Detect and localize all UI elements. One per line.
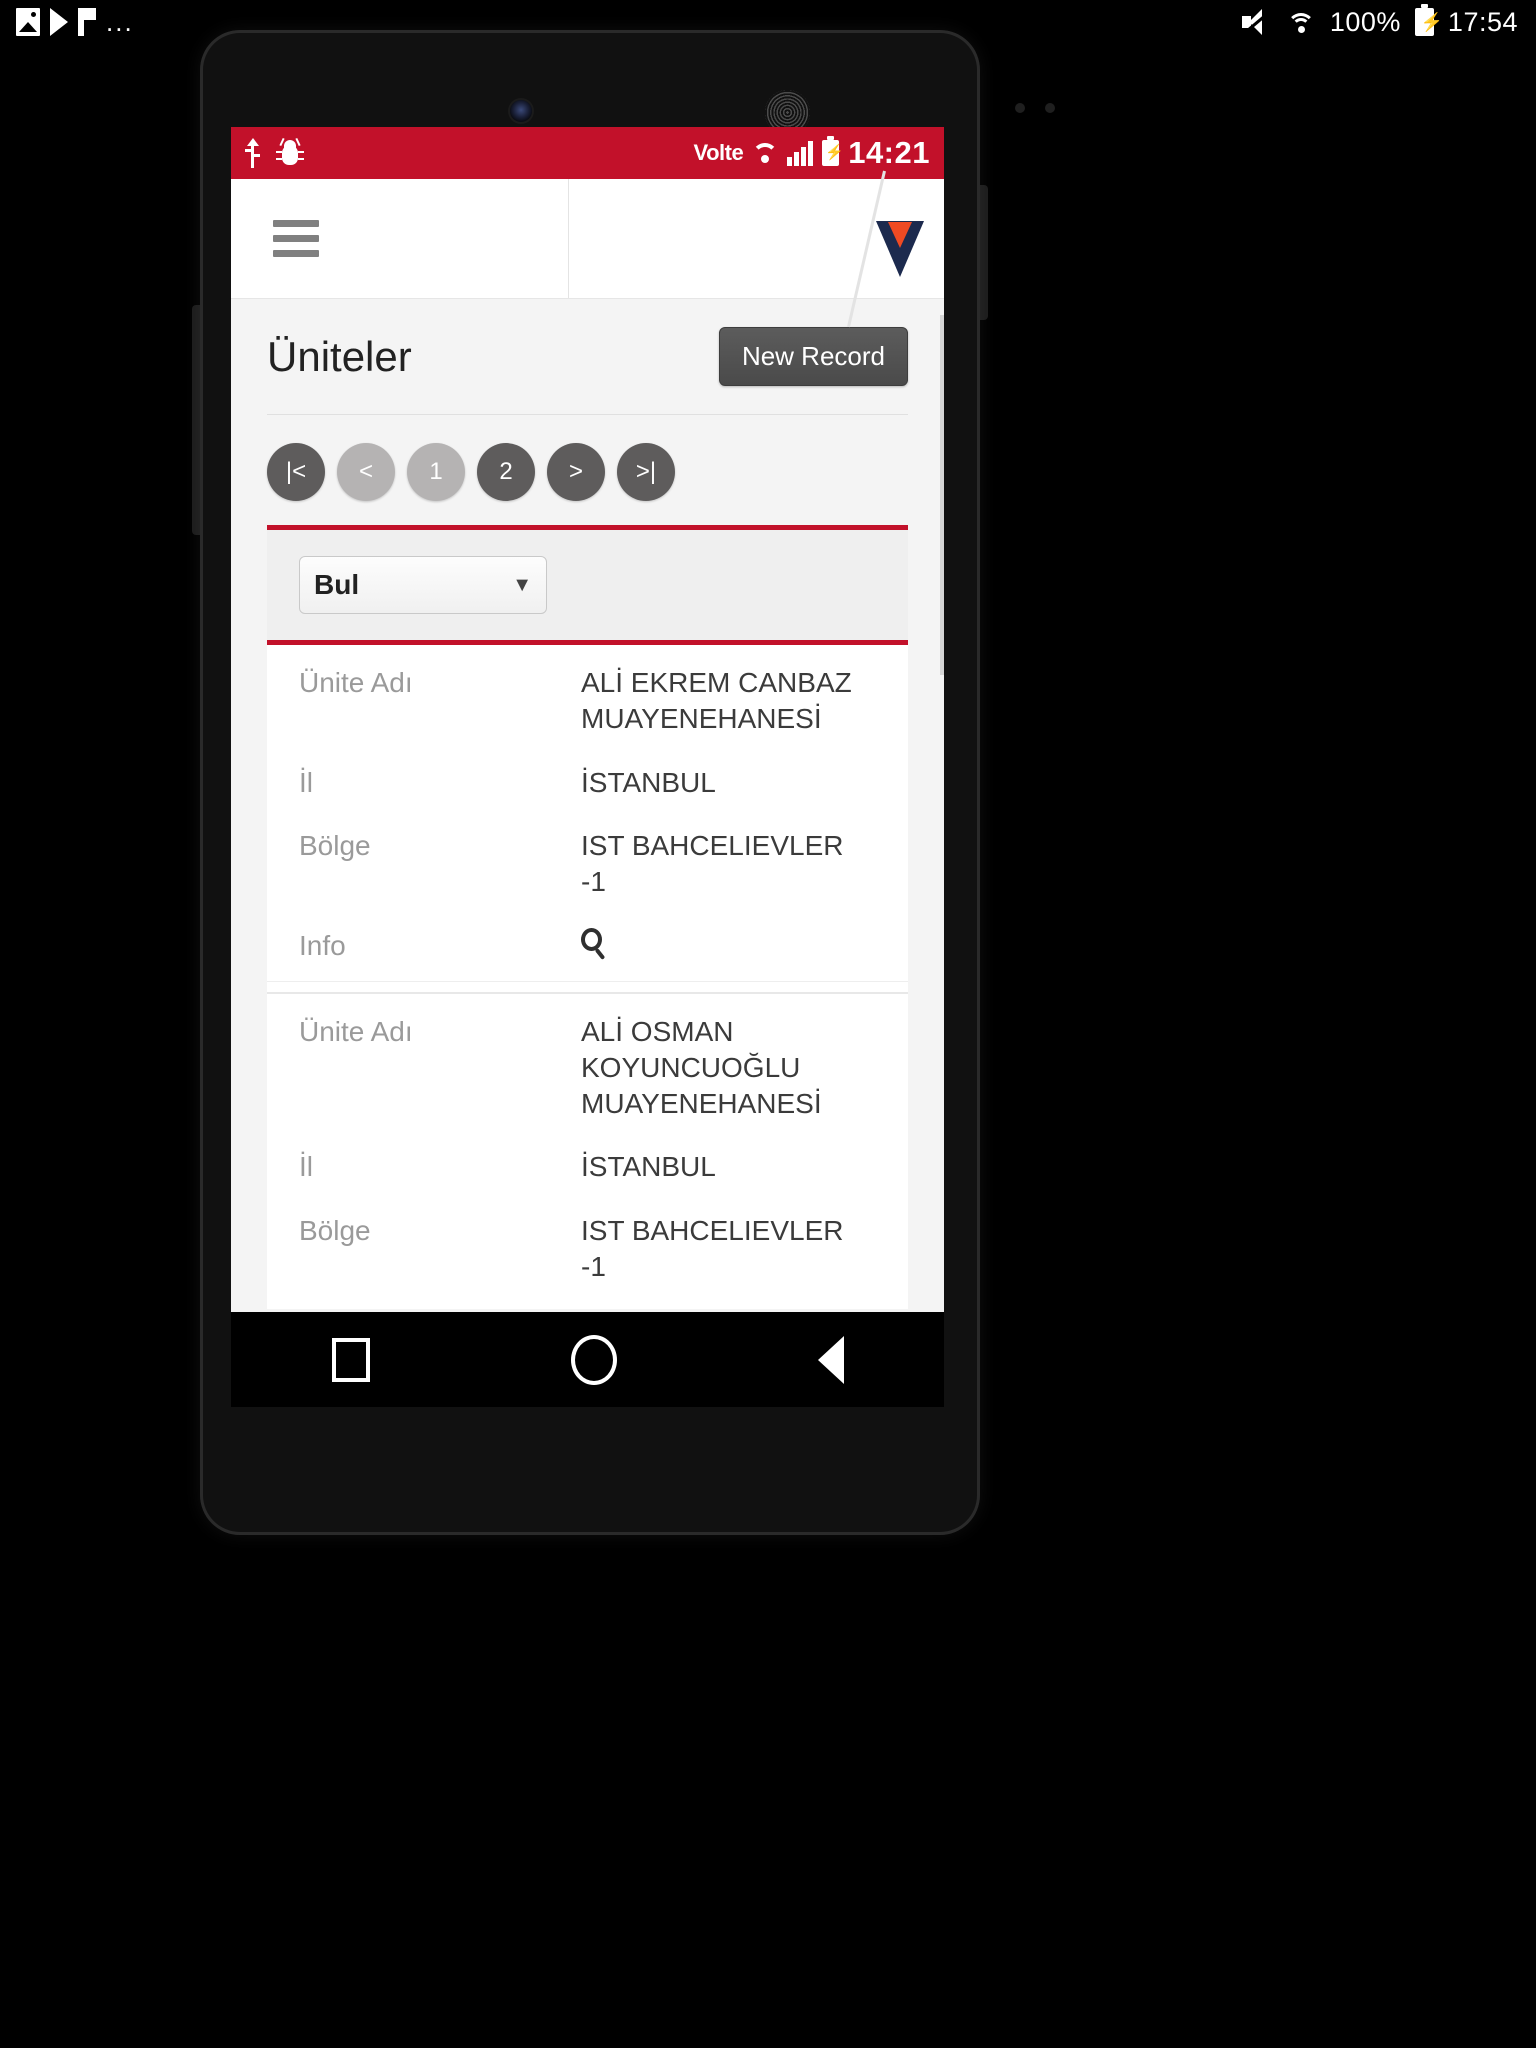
field-row: Ünite Adı ALİ OSMAN KOYUNCUOĞLU MUAYENEH… <box>267 1000 908 1135</box>
debug-bug-icon <box>276 137 304 167</box>
flag-icon <box>78 8 96 36</box>
filter-select[interactable]: Bul ▼ <box>299 556 547 614</box>
field-label: Ünite Adı <box>299 1015 413 1047</box>
front-camera <box>510 100 532 122</box>
field-row: İl İSTANBUL <box>267 751 908 815</box>
filter-bar: Bul ▼ <box>267 525 908 645</box>
usb-icon <box>245 138 260 168</box>
field-value <box>581 928 607 967</box>
field-value: İSTANBUL <box>581 1151 716 1183</box>
host-status-right: 100% ⚡ 17:54 <box>1241 4 1536 38</box>
field-row: İl İSTANBUL <box>267 1135 908 1199</box>
page-title: Üniteler <box>267 332 412 380</box>
filter-select-value: Bul <box>314 569 360 600</box>
hamburger-menu-icon[interactable] <box>273 220 319 257</box>
signal-bars-icon <box>787 140 814 166</box>
v-logo <box>876 221 924 277</box>
field-label: Ünite Adı <box>299 667 413 698</box>
page-title-row: Üniteler New Record <box>231 299 944 386</box>
photo-icon <box>16 8 40 36</box>
android-navigation-bar <box>231 1312 944 1407</box>
field-row-info: Info <box>267 914 908 982</box>
device-status-right: Volte ⚡ 14:21 <box>694 135 930 171</box>
chevron-down-icon: ▼ <box>512 573 532 596</box>
field-value: IST BAHCELIEVLER -1 <box>581 1215 844 1283</box>
field-label: Bölge <box>299 830 371 862</box>
new-record-button[interactable]: New Record <box>718 327 908 386</box>
host-status-left: ... <box>0 8 134 36</box>
overflow-dots-icon: ... <box>106 7 134 37</box>
field-label: İl <box>299 1151 313 1183</box>
pagination-last-button[interactable]: >| <box>617 443 675 501</box>
pagination-next-button[interactable]: > <box>547 443 605 501</box>
home-circle-icon[interactable] <box>570 1334 617 1385</box>
proximity-sensor <box>1015 103 1025 113</box>
device-screen: Volte ⚡ 14:21 Üniteler New Record |< < 1… <box>231 127 944 1312</box>
field-label: Bölge <box>299 1215 371 1247</box>
recents-square-icon[interactable] <box>331 1337 370 1382</box>
field-label: Info <box>299 930 346 962</box>
field-value: ALİ EKREM CANBAZ MUAYENEHANESİ <box>581 667 852 734</box>
field-value: İSTANBUL <box>581 766 716 798</box>
screen-root: ... 100% ⚡ 17:54 Volte ⚡ 14:21 Üniteler … <box>0 0 1536 2048</box>
battery-percent-label: 100% <box>1329 6 1401 37</box>
pagination-page-1-button[interactable]: 1 <box>407 443 465 501</box>
wifi-icon <box>1286 9 1316 35</box>
field-row: Bölge IST BAHCELIEVLER -1 <box>267 814 908 914</box>
app-header <box>231 170 944 328</box>
record-list-item[interactable]: Ünite Adı ALİ EKREM CANBAZ MUAYENEHANESİ… <box>267 645 908 992</box>
host-status-bar: ... 100% ⚡ 17:54 <box>0 0 1536 44</box>
battery-charging-icon: ⚡ <box>1414 4 1443 36</box>
app-header-right <box>569 170 944 328</box>
app-header-left <box>231 179 569 298</box>
battery-charging-icon: ⚡ <box>822 136 844 166</box>
pagination-prev-button[interactable]: < <box>337 443 395 501</box>
light-sensor <box>1045 103 1055 113</box>
device-status-left <box>245 137 304 168</box>
play-icon <box>50 8 68 36</box>
records-card: Bul ▼ Ünite Adı ALİ EKREM CANBAZ MUAYENE… <box>267 525 908 1309</box>
field-row: Ünite Adı ALİ EKREM CANBAZ MUAYENEHANESİ <box>267 651 908 751</box>
device-clock: 14:21 <box>848 135 930 170</box>
pagination-page-2-button[interactable]: 2 <box>477 443 535 501</box>
mute-icon <box>1241 9 1272 35</box>
field-value: ALİ OSMAN KOYUNCUOĞLU MUAYENEHANESİ <box>581 1015 822 1119</box>
field-label: İl <box>299 766 313 798</box>
volte-label: Volte <box>693 140 744 165</box>
device-status-bar: Volte ⚡ 14:21 <box>231 127 944 179</box>
wifi-icon <box>752 141 779 165</box>
page-scrollbar[interactable] <box>940 315 944 675</box>
search-icon[interactable] <box>581 928 607 961</box>
record-list-item[interactable]: Ünite Adı ALİ OSMAN KOYUNCUOĞLU MUAYENEH… <box>267 991 908 1309</box>
pagination: |< < 1 2 > >| <box>231 415 944 525</box>
back-triangle-icon[interactable] <box>817 1335 844 1384</box>
field-row: Bölge IST BAHCELIEVLER -1 <box>267 1199 908 1299</box>
page-content: Üniteler New Record |< < 1 2 > >| Bul ▼ <box>231 299 944 1312</box>
pagination-first-button[interactable]: |< <box>267 443 325 501</box>
host-clock: 17:54 <box>1447 6 1518 37</box>
field-value: IST BAHCELIEVLER -1 <box>581 830 844 898</box>
